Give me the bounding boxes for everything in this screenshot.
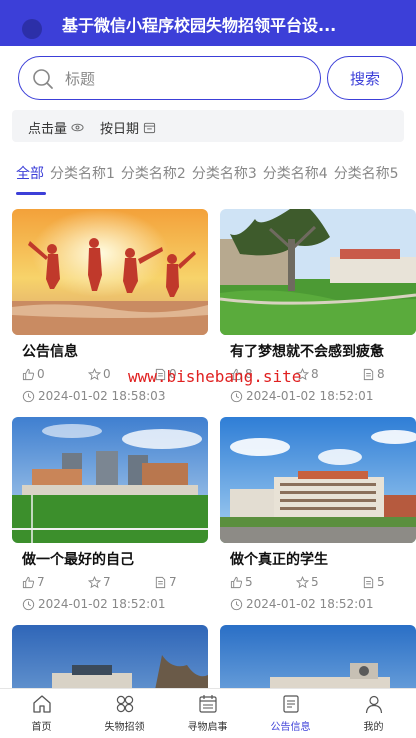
- notice-card[interactable]: [220, 625, 416, 688]
- card-image-campus-hall: [220, 625, 416, 688]
- eye-icon: [71, 123, 84, 132]
- thumbs-up-icon: [22, 576, 35, 588]
- nav-item-home[interactable]: 首页: [0, 693, 83, 737]
- nav-label-profile: 我的: [363, 722, 384, 733]
- nav-label-lost-notice: 寻物启事: [187, 722, 228, 733]
- clock-icon: [230, 390, 243, 402]
- search-row: 搜索: [18, 56, 404, 100]
- document-icon: [155, 576, 166, 588]
- tab-category-2[interactable]: 分类名称2: [121, 163, 186, 195]
- watermark-text: www.bishebang.site: [128, 367, 302, 386]
- nav-label-home: 首页: [31, 722, 52, 733]
- comment-count: 7: [169, 575, 177, 589]
- document-icon: [363, 576, 374, 588]
- card-date-text: 2024-01-02 18:52:01: [38, 597, 166, 611]
- like-count: 7: [37, 575, 45, 589]
- comment-stat: 8: [362, 367, 385, 381]
- nav-label-lost-found: 失物招领: [104, 722, 145, 733]
- star-icon: [88, 367, 101, 380]
- favorite-count: 7: [103, 575, 111, 589]
- favorite-stat: 7: [88, 575, 111, 589]
- sort-by-date-label: 按日期: [100, 122, 140, 137]
- favorite-count: 5: [311, 575, 319, 589]
- like-stat: 5: [230, 575, 253, 589]
- like-count: 0: [37, 367, 45, 381]
- document-icon: [282, 695, 299, 713]
- search-button[interactable]: 搜索: [327, 56, 403, 100]
- search-box[interactable]: [18, 56, 321, 100]
- card-date-text: 2024-01-02 18:52:01: [246, 389, 374, 403]
- like-stat: 0: [22, 367, 45, 381]
- favorite-stat: 0: [88, 367, 111, 381]
- app-header: 基于微信小程序校园失物招领平台设...: [0, 0, 416, 46]
- card-date-text: 2024-01-02 18:58:03: [38, 389, 166, 403]
- user-icon: [365, 695, 382, 714]
- bottom-nav: 首页 失物招领 寻物启事 公告信息 我的: [0, 688, 416, 738]
- tab-category-1[interactable]: 分类名称1: [50, 163, 115, 195]
- card-title: 公告信息: [22, 344, 78, 360]
- card-date: 2024-01-02 18:52:01: [230, 597, 373, 611]
- clock-icon: [230, 598, 243, 610]
- like-count: 5: [245, 575, 253, 589]
- nav-item-lost-notice[interactable]: 寻物启事: [166, 693, 249, 737]
- app-logo: [22, 19, 42, 39]
- tab-category-3[interactable]: 分类名称3: [192, 163, 257, 195]
- nav-label-announcements: 公告信息: [270, 722, 311, 733]
- card-date: 2024-01-02 18:58:03: [22, 389, 165, 403]
- grid-icon: [116, 695, 133, 713]
- card-title: 做一个最好的自己: [22, 552, 134, 568]
- favorite-count: 0: [103, 367, 111, 381]
- clock-icon: [22, 598, 35, 610]
- card-date-text: 2024-01-02 18:52:01: [246, 597, 374, 611]
- sort-by-clicks[interactable]: 点击量: [28, 118, 84, 137]
- calendar-icon: [198, 695, 217, 713]
- card-image-campus-building: [220, 417, 416, 543]
- card-image-campus-gate: [12, 625, 208, 688]
- favorite-stat: 5: [296, 575, 319, 589]
- star-icon: [88, 575, 101, 588]
- comment-stat: 5: [362, 575, 385, 589]
- clock-icon: [22, 390, 35, 402]
- tab-category-4[interactable]: 分类名称4: [263, 163, 328, 195]
- calendar-small-icon: [143, 122, 156, 134]
- like-stat: 7: [22, 575, 45, 589]
- card-image-campus-tree: [220, 209, 416, 335]
- card-date: 2024-01-02 18:52:01: [22, 597, 165, 611]
- card-title: 有了梦想就不会感到疲惫: [230, 344, 384, 360]
- nav-item-profile[interactable]: 我的: [332, 693, 415, 737]
- nav-item-announcements[interactable]: 公告信息: [249, 693, 332, 737]
- card-stats: 7 7 7: [22, 575, 206, 593]
- category-tabs: 全部 分类名称1 分类名称2 分类名称3 分类名称4 分类名称5: [16, 163, 416, 203]
- card-image-beach-jump: [12, 209, 208, 335]
- sort-bar: 点击量 按日期: [12, 110, 404, 142]
- notice-card[interactable]: 做一个最好的自己 7 7 7 2024-01-02 18:52:01: [12, 417, 208, 621]
- card-date: 2024-01-02 18:52:01: [230, 389, 373, 403]
- notice-card[interactable]: 做个真正的学生 5 5 5 2024-01-02 18:52:01: [220, 417, 416, 621]
- comment-count: 8: [377, 367, 385, 381]
- favorite-count: 8: [311, 367, 319, 381]
- search-icon: [31, 67, 55, 91]
- notice-card[interactable]: [12, 625, 208, 688]
- search-input[interactable]: [65, 67, 305, 91]
- tab-category-5[interactable]: 分类名称5: [334, 163, 399, 195]
- card-image-sports-field: [12, 417, 208, 543]
- document-icon: [363, 368, 374, 380]
- thumbs-up-icon: [22, 368, 35, 380]
- page-title: 基于微信小程序校园失物招领平台设...: [62, 16, 337, 35]
- comment-count: 5: [377, 575, 385, 589]
- comment-stat: 7: [154, 575, 177, 589]
- star-icon: [296, 575, 309, 588]
- home-icon: [32, 695, 51, 713]
- thumbs-up-icon: [230, 576, 243, 588]
- nav-item-lost-found[interactable]: 失物招领: [83, 693, 166, 737]
- sort-by-clicks-label: 点击量: [28, 122, 68, 137]
- sort-by-date[interactable]: 按日期: [100, 118, 156, 137]
- tab-all[interactable]: 全部: [16, 163, 46, 195]
- card-stats: 5 5 5: [230, 575, 414, 593]
- card-title: 做个真正的学生: [230, 552, 328, 568]
